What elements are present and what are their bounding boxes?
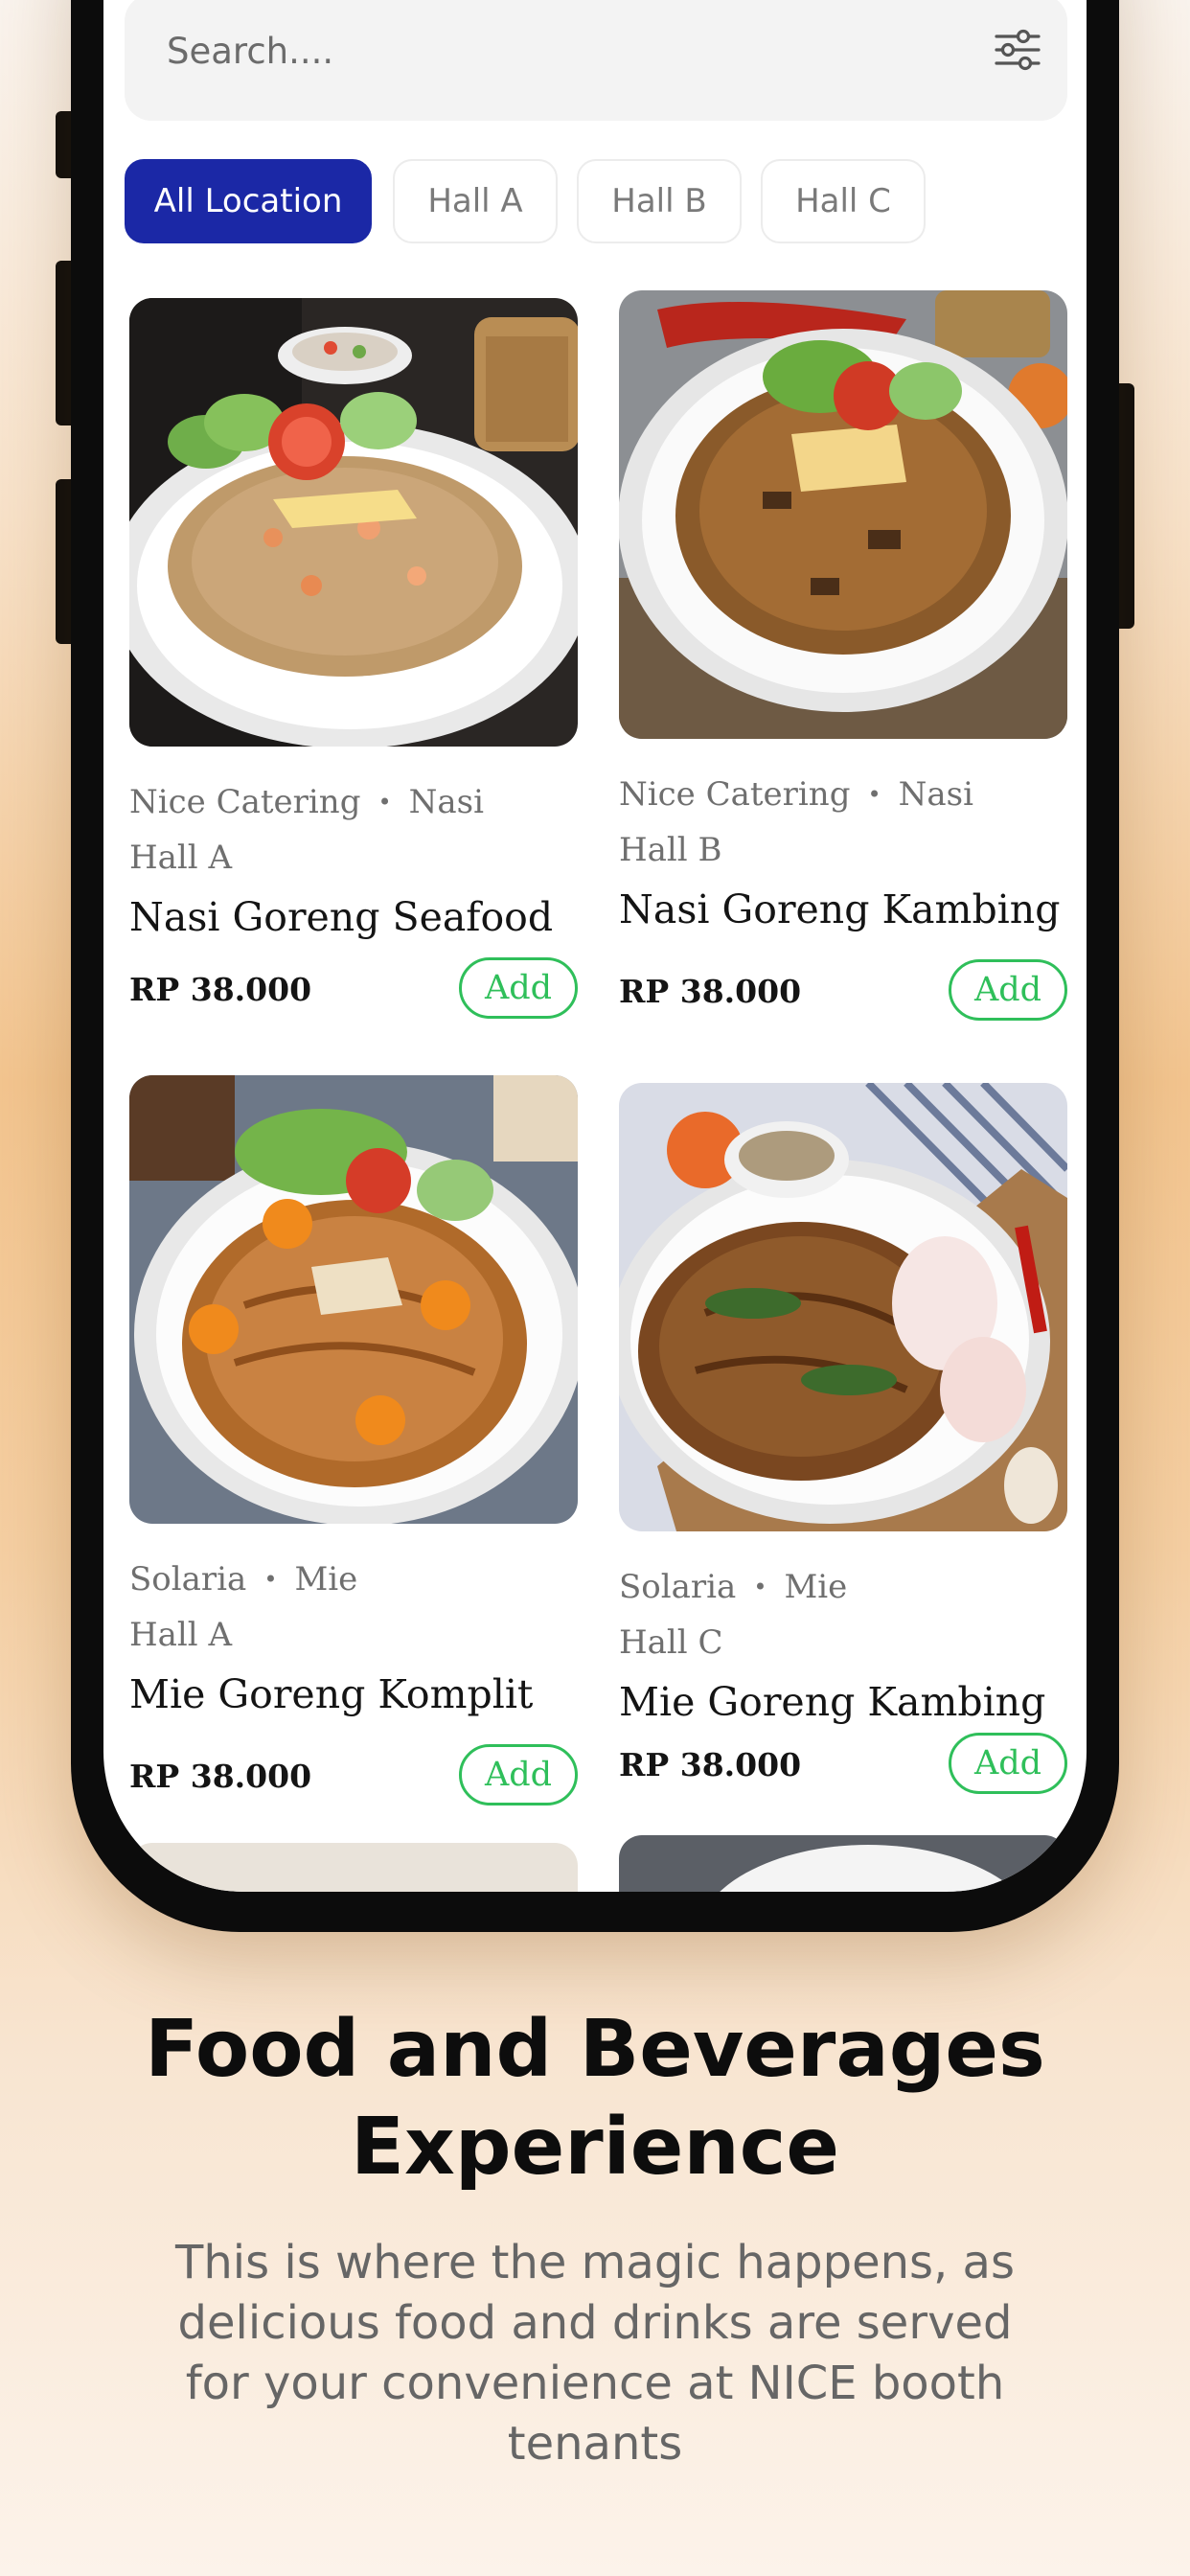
hall-label: Hall A	[129, 1616, 233, 1654]
item-price: RP 38.000	[619, 973, 802, 1010]
food-photo-partial	[619, 1835, 1067, 1892]
chip-hall-b[interactable]: Hall B	[577, 159, 742, 243]
chip-all-location[interactable]: All Location	[125, 159, 372, 243]
hall-label: Hall C	[619, 1623, 723, 1662]
sliders-icon[interactable]	[991, 23, 1044, 77]
vendor-name: Nice Catering	[619, 775, 851, 814]
vendor-category: Solaria • Mie	[129, 1560, 578, 1598]
search-input[interactable]: Search....	[125, 0, 1067, 121]
add-button[interactable]: Add	[459, 957, 578, 1019]
promo-description: This is where the magic happens, as deli…	[175, 2236, 1015, 2471]
dot-separator: •	[263, 1566, 278, 1593]
food-card[interactable]: Nice Catering • Nasi Hall A Nasi Goreng …	[129, 298, 578, 1024]
search-placeholder: Search....	[167, 31, 334, 72]
price-row: RP 38.000 Add	[129, 1744, 578, 1811]
vendor-category: Nice Catering • Nasi	[619, 775, 1067, 814]
item-name: Nasi Goreng Kambing	[619, 886, 1061, 932]
add-button[interactable]: Add	[459, 1744, 578, 1806]
food-card[interactable]: Solaria • Mie Hall C Mie Goreng Kambing …	[619, 1083, 1067, 1800]
dot-separator: •	[753, 1574, 767, 1600]
vendor-category: Nice Catering • Nasi	[129, 783, 578, 821]
food-card[interactable]: Nice Catering • Nasi Hall B Nasi Goreng …	[619, 290, 1067, 1026]
category-name: Nasi	[408, 783, 484, 821]
vendor-category: Solaria • Mie	[619, 1568, 1067, 1606]
category-name: Mie	[294, 1560, 358, 1598]
vendor-name: Solaria	[129, 1560, 247, 1598]
add-button[interactable]: Add	[949, 959, 1067, 1021]
item-price: RP 38.000	[129, 971, 312, 1008]
promo-title: Food and Beverages Experience	[145, 2004, 1045, 2193]
price-row: RP 38.000 Add	[619, 959, 1067, 1026]
vendor-name: Solaria	[619, 1568, 737, 1606]
item-name: Mie Goreng Kambing	[619, 1679, 1046, 1725]
food-card[interactable]: Solaria • Mie Hall A Mie Goreng Komplit …	[129, 1075, 578, 1811]
item-price: RP 38.000	[129, 1758, 312, 1795]
food-photo-partial	[129, 1843, 578, 1892]
item-name: Nasi Goreng Seafood	[129, 894, 554, 940]
food-photo-nasi-goreng-seafood	[129, 298, 578, 747]
hall-label: Hall B	[619, 831, 722, 869]
item-price: RP 38.000	[619, 1746, 802, 1783]
price-row: RP 38.000 Add	[129, 957, 578, 1024]
item-name: Mie Goreng Komplit	[129, 1671, 534, 1717]
vendor-name: Nice Catering	[129, 783, 361, 821]
chip-hall-c[interactable]: Hall C	[761, 159, 926, 243]
food-photo-nasi-goreng-kambing	[619, 290, 1067, 739]
food-photo-mie-goreng-kambing	[619, 1083, 1067, 1531]
food-photo-mie-goreng-komplit	[129, 1075, 578, 1524]
price-row: RP 38.000 Add	[619, 1733, 1067, 1800]
chip-hall-a[interactable]: Hall A	[393, 159, 558, 243]
add-button[interactable]: Add	[949, 1733, 1067, 1794]
phone-screen: Search.... All Location Hall A Hall B Ha…	[103, 0, 1087, 1892]
category-name: Nasi	[898, 775, 973, 814]
dot-separator: •	[867, 781, 881, 808]
category-name: Mie	[784, 1568, 848, 1606]
hall-label: Hall A	[129, 839, 233, 877]
dot-separator: •	[378, 789, 392, 816]
